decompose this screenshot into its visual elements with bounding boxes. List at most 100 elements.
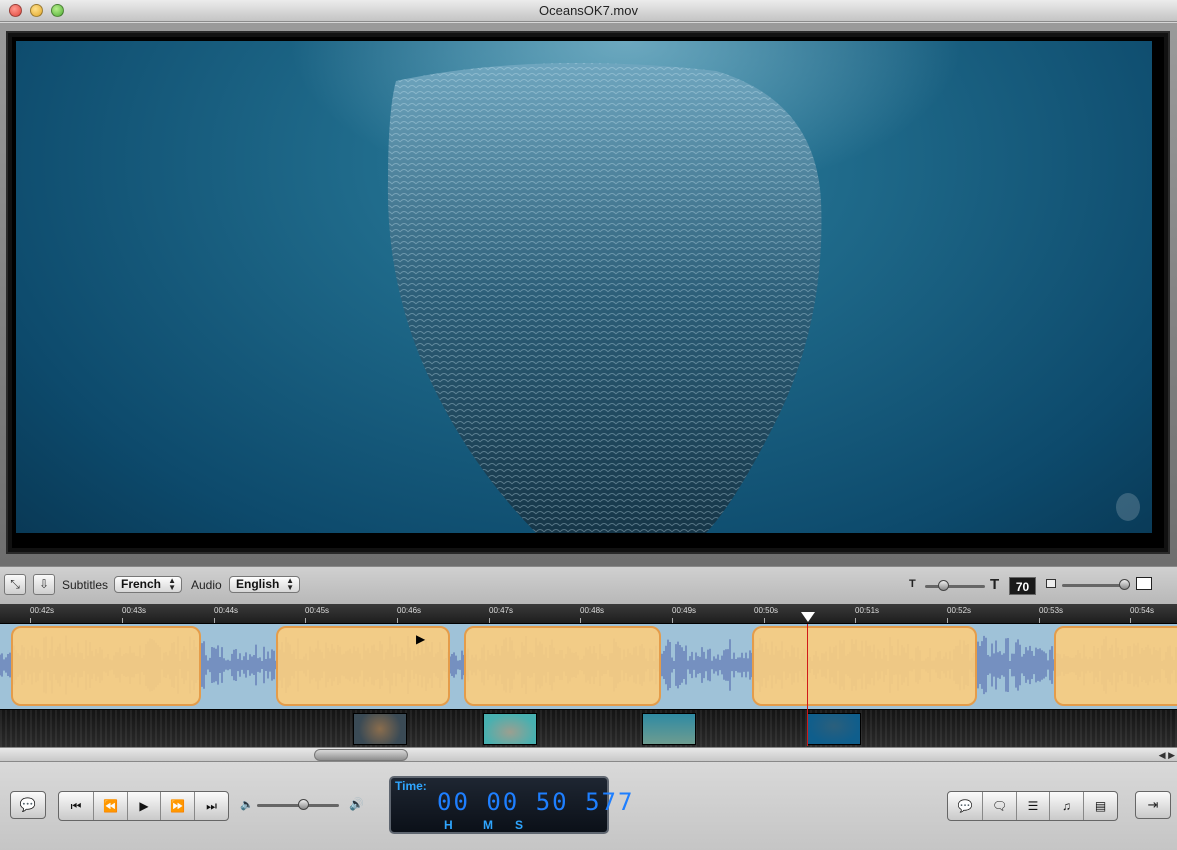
document-button[interactable]: ▤ xyxy=(1084,792,1117,820)
rewind-icon: ⏪ xyxy=(103,799,118,813)
subtitle-toolbar: ⤡ ⇩ Subtitles French ▲ ▼ Audio English ▲ ▼… xyxy=(0,566,1177,604)
subtitle-block[interactable] xyxy=(1054,626,1177,706)
export-icon: ⇩ xyxy=(38,577,50,591)
video-frame-image xyxy=(387,63,1140,533)
panel-toggle-controls: 💬 🗨 ☰ ♫ ▤ xyxy=(947,791,1118,821)
popup-arrows-icon: ▲ ▼ xyxy=(168,576,176,592)
skip-start-icon: ⏮ xyxy=(70,799,82,813)
ruler-label: 00:42s xyxy=(30,606,55,615)
subtitle-block[interactable] xyxy=(464,626,661,706)
ruler-tick xyxy=(489,618,490,623)
ruler-label: 00:44s xyxy=(214,606,239,615)
thumbnail-reef[interactable] xyxy=(642,713,696,745)
audio-popup[interactable]: English ▲ ▼ xyxy=(229,576,300,593)
go-to-end-button[interactable]: ⏭ xyxy=(195,792,228,820)
expand-icon: ⤡ xyxy=(10,577,20,591)
small-picture-icon xyxy=(1046,579,1056,588)
music-note-icon: ♫ xyxy=(1062,799,1071,813)
ruler-label: 00:46s xyxy=(397,606,422,615)
time-unit-minutes: M xyxy=(483,818,493,832)
ruler-label: 00:45s xyxy=(305,606,330,615)
playhead-line xyxy=(807,624,808,746)
thumbnail-manatee[interactable] xyxy=(483,713,537,745)
subtitle-bubble-button[interactable]: 💬 xyxy=(948,792,983,820)
subtitle-list-button[interactable]: ☰ xyxy=(1017,792,1050,820)
ruler-label: 00:52s xyxy=(947,606,972,615)
speech-bubble-lines-icon: 🗨 xyxy=(991,799,1008,813)
thumbnail-turtle[interactable] xyxy=(353,713,407,745)
window-title: OceansOK7.mov xyxy=(539,3,638,18)
ruler-label: 00:53s xyxy=(1039,606,1064,615)
time-unit-hours: H xyxy=(444,818,453,832)
timeline-scrollbar[interactable]: ◀ ▶ xyxy=(0,747,1177,762)
time-hours: 00 xyxy=(437,788,470,816)
subtitles-value: French xyxy=(121,577,162,591)
ruler-tick xyxy=(855,618,856,623)
playhead-handle[interactable] xyxy=(801,612,815,622)
subtitle-block[interactable] xyxy=(11,626,201,706)
small-font-icon: T xyxy=(909,578,916,590)
ruler-tick xyxy=(30,618,31,623)
large-font-icon: T xyxy=(990,576,1000,593)
export-movie-button[interactable]: ⇥ xyxy=(1135,791,1171,819)
font-size-value[interactable]: 70 xyxy=(1009,577,1036,595)
rewind-button[interactable]: ⏪ xyxy=(94,792,128,820)
timeline-ruler[interactable]: 00:42s 00:43s 00:44s 00:45s 00:46s 00:47… xyxy=(0,604,1177,624)
ruler-tick xyxy=(397,618,398,623)
video-player[interactable] xyxy=(16,41,1152,533)
subtitle-block[interactable] xyxy=(752,626,977,706)
close-window-button[interactable] xyxy=(9,4,22,17)
ruler-tick xyxy=(214,618,215,623)
ruler-label: 00:51s xyxy=(855,606,880,615)
speaker-low-icon: 🔈 xyxy=(240,799,254,811)
scrollbar-thumb[interactable] xyxy=(314,749,408,761)
audio-label: Audio xyxy=(191,578,222,592)
list-icon: ☰ xyxy=(1027,799,1039,813)
time-unit-seconds: S xyxy=(515,818,524,832)
minimize-window-button[interactable] xyxy=(30,4,43,17)
fast-forward-button[interactable]: ⏩ xyxy=(161,792,195,820)
time-label: Time: xyxy=(395,779,427,793)
speech-bubble-plus-icon: 💬 xyxy=(19,797,37,812)
zoom-window-button[interactable] xyxy=(51,4,64,17)
large-picture-icon xyxy=(1136,577,1152,590)
ruler-label: 00:43s xyxy=(122,606,147,615)
document-icon: ▤ xyxy=(1094,799,1107,813)
audio-button[interactable]: ♫ xyxy=(1050,792,1084,820)
export-button[interactable]: ⇩ xyxy=(33,574,55,595)
play-button[interactable]: ▶ xyxy=(128,792,161,820)
subtitles-popup[interactable]: French ▲ ▼ xyxy=(114,576,182,593)
add-subtitle-button[interactable]: 💬 xyxy=(10,791,46,819)
ruler-tick xyxy=(672,618,673,623)
play-icon: ▶ xyxy=(139,799,149,813)
video-thumbnail-track[interactable] xyxy=(0,709,1177,747)
volume-slider-knob[interactable] xyxy=(298,799,309,810)
subtitles-label: Subtitles xyxy=(62,578,109,592)
audio-waveform-track[interactable]: ▶ xyxy=(0,624,1177,709)
skip-end-icon: ⏭ xyxy=(206,799,217,813)
play-icon[interactable]: ▶ xyxy=(416,632,425,646)
subtitle-size-slider-knob[interactable] xyxy=(1119,579,1130,590)
go-to-start-button[interactable]: ⏮ xyxy=(59,792,94,820)
ruler-tick xyxy=(1130,618,1131,623)
scroll-arrows-icon[interactable]: ◀ ▶ xyxy=(1159,748,1175,762)
ruler-label: 00:54s xyxy=(1130,606,1155,615)
subtitle-block[interactable]: ▶ xyxy=(276,626,450,706)
speaker-high-icon: 🔊 xyxy=(349,797,364,811)
thumbnail-fish-school[interactable] xyxy=(807,713,861,745)
ruler-tick xyxy=(580,618,581,623)
font-size-slider[interactable] xyxy=(925,585,985,588)
ruler-label: 00:50s xyxy=(754,606,779,615)
font-size-slider-knob[interactable] xyxy=(938,580,949,591)
video-area xyxy=(0,23,1177,566)
title-bar: OceansOK7.mov xyxy=(0,0,1177,22)
transport-controls: ⏮ ⏪ ▶ ⏩ ⏭ xyxy=(58,791,229,821)
ruler-tick xyxy=(764,618,765,623)
fullscreen-button[interactable]: ⤡ xyxy=(4,574,26,595)
subtitle-text-button[interactable]: 🗨 xyxy=(983,792,1017,820)
popup-arrows-icon: ▲ ▼ xyxy=(286,576,294,592)
export-film-icon: ⇥ xyxy=(1147,797,1159,812)
ruler-label: 00:47s xyxy=(489,606,514,615)
ruler-label: 00:48s xyxy=(580,606,605,615)
audio-value: English xyxy=(236,577,280,591)
